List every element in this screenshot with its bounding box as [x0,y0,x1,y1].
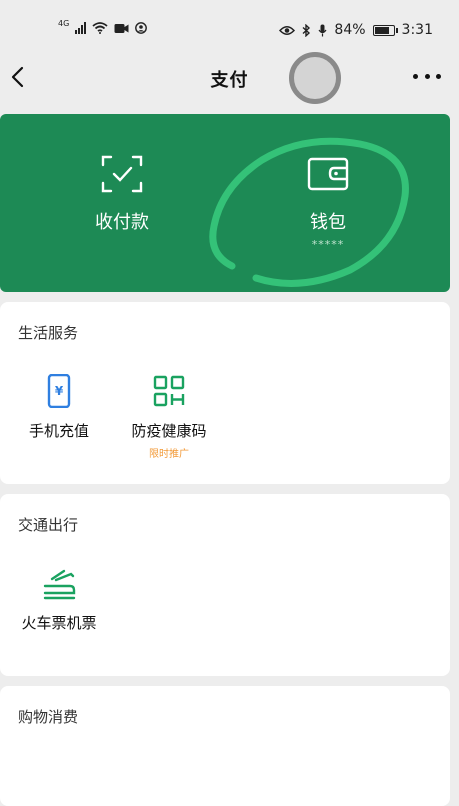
network-label: 4G [58,18,70,28]
wallet-button[interactable]: 钱包 ***** [258,154,398,251]
bluetooth-icon [302,23,311,37]
status-bar: 4G 84% 3:31 [0,0,459,50]
battery-icon [372,24,398,36]
clock-time: 3:31 [401,22,433,38]
train-flight-tickets-button[interactable]: 火车票机票 [4,566,114,633]
section-shopping: 购物消费 [0,686,450,806]
receive-payment-label: 收付款 [95,212,149,233]
mobile-recharge-button[interactable]: ¥ 手机充值 [4,374,114,441]
receive-payment-button[interactable]: 收付款 [52,154,192,234]
section-life-services: 生活服务 ¥ 手机充值 防疫健康码 限时推广 [0,302,450,484]
section-transport: 交通出行 火车票机票 [0,494,450,676]
svg-text:¥: ¥ [55,384,64,398]
phone-yuan-icon: ¥ [47,374,71,408]
qr-code-icon [153,375,185,407]
more-dot-icon [436,73,441,79]
status-left: 4G [58,18,148,34]
section-title: 生活服务 [18,324,79,342]
microphone-icon [318,24,327,36]
eye-icon [279,25,296,35]
train-flight-tickets-label: 火车票机票 [21,614,97,632]
status-right: 84% 3:31 [279,22,433,38]
health-code-label: 防疫健康码 [131,422,207,440]
pay-card: 收付款 钱包 ***** [0,114,450,292]
more-dot-icon [413,73,418,79]
train-plane-icon [43,569,76,600]
wallet-balance-masked: ***** [311,238,345,251]
nav-bar: 支付 [0,50,459,106]
more-dot-icon [424,73,430,79]
signal-icon [75,22,87,34]
touch-indicator [289,52,341,104]
wifi-icon [92,22,108,34]
wallet-icon [307,157,349,191]
mobile-recharge-label: 手机充值 [28,422,89,440]
section-title: 购物消费 [18,708,79,726]
scan-frame-icon [101,155,143,193]
video-call-icon [114,23,129,33]
page-title: 支付 [210,70,249,91]
wallet-label: 钱包 [310,212,346,233]
battery-percent: 84% [334,22,366,38]
contact-icon [135,22,148,34]
promo-tag: 限时推广 [149,449,189,460]
health-code-button[interactable]: 防疫健康码 限时推广 [114,374,224,460]
more-options-button[interactable] [413,64,441,88]
section-title: 交通出行 [18,516,79,534]
